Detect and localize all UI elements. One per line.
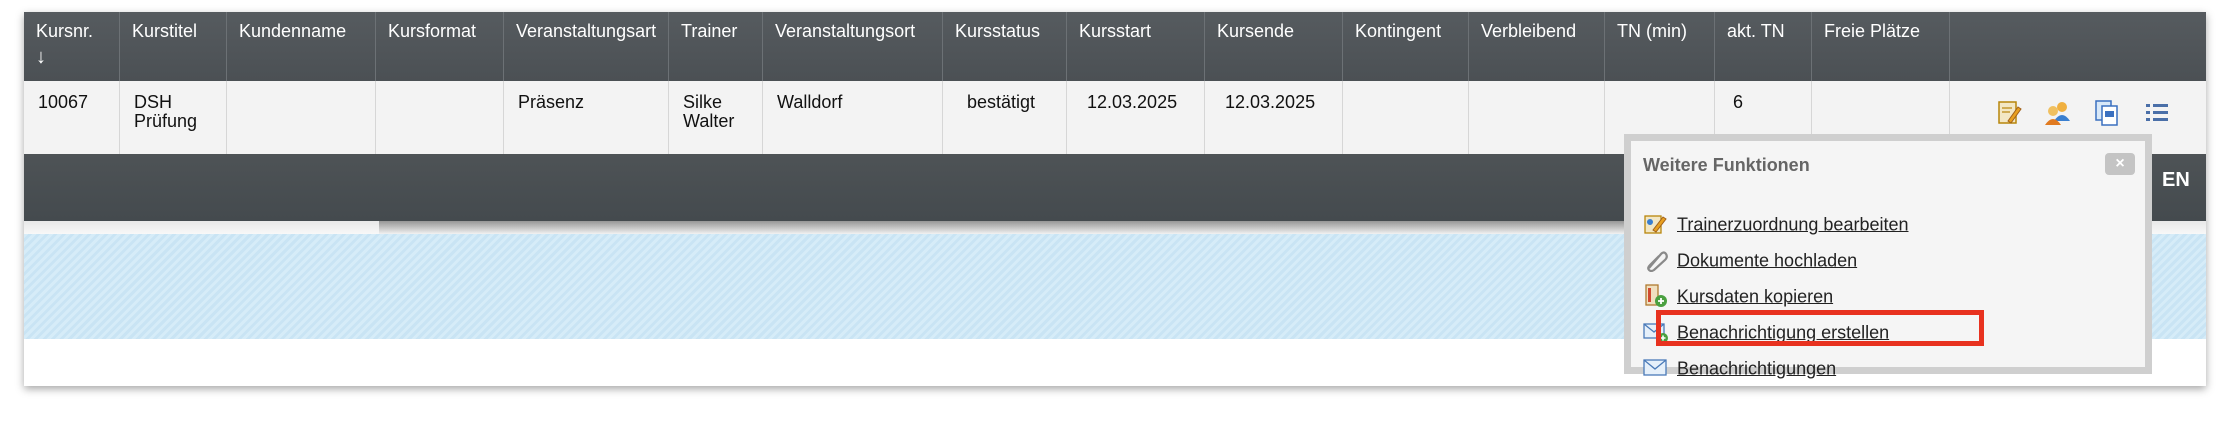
menu-item-label: Dokumente hochladen (1677, 250, 1858, 271)
mail-icon (1643, 356, 1669, 380)
menu-item-label: Trainerzuordnung bearbeiten (1677, 214, 1909, 235)
header-veranstaltungsart[interactable]: Veranstaltungsart (504, 12, 669, 81)
menu-item-benachrichtigungen[interactable]: Benachrichtigungen (1643, 353, 1836, 381)
cell-veranstaltungsort: Walldorf (763, 81, 943, 154)
sort-arrow-icon: ↓ (36, 46, 46, 68)
header-trainer[interactable]: Trainer (669, 12, 763, 81)
copy-icon[interactable] (2094, 99, 2120, 127)
cell-kursnr: 10067 (24, 81, 120, 154)
section-shadow (379, 221, 1679, 235)
cell-kursstatus: bestätigt (943, 81, 1067, 154)
cell-kontingent (1343, 81, 1469, 154)
header-kursnr[interactable]: Kursnr. ↓ (24, 12, 120, 81)
menu-item-dokumente[interactable]: Dokumente hochladen (1643, 245, 1857, 273)
cell-verbleibend (1469, 81, 1605, 154)
highlight-box (1656, 310, 1984, 346)
copy-data-icon (1643, 284, 1669, 308)
cell-kundenname (227, 81, 376, 154)
cell-kursende: 12.03.2025 (1205, 81, 1343, 154)
cell-trainer-line2: Walter (683, 111, 735, 131)
header-actions (1950, 12, 2206, 81)
close-icon[interactable]: × (2105, 153, 2135, 175)
cell-kursstart: 12.03.2025 (1067, 81, 1205, 154)
cell-trainer-line1: Silke (683, 92, 723, 112)
header-kursformat[interactable]: Kursformat (376, 12, 504, 81)
header-freie-plaetze[interactable]: Freie Plätze (1812, 12, 1950, 81)
header-akt-tn[interactable]: akt. TN (1715, 12, 1812, 81)
cell-veranstaltungsart: Präsenz (504, 81, 669, 154)
header-kundenname[interactable]: Kundenname (227, 12, 376, 81)
trainer-edit-icon (1643, 212, 1669, 236)
menu-item-trainerzuordnung[interactable]: Trainerzuordnung bearbeiten (1643, 209, 1909, 237)
paperclip-icon (1643, 248, 1669, 273)
header-veranstaltungsort[interactable]: Veranstaltungsort (763, 12, 943, 81)
header-kursnr-label: Kursnr. (36, 21, 94, 41)
cell-kursformat (376, 81, 504, 154)
cell-kurstitel-line1: DSH (134, 92, 173, 112)
header-kontingent[interactable]: Kontingent (1343, 12, 1469, 81)
section-bar-label: EN (2162, 169, 2190, 191)
header-kursstart[interactable]: Kursstart (1067, 12, 1205, 81)
edit-icon[interactable] (1996, 99, 2022, 127)
header-tn-min[interactable]: TN (min) (1605, 12, 1715, 81)
cell-kurstitel-line2: Prüfung (134, 111, 198, 131)
menu-item-label: Benachrichtigungen (1677, 358, 1837, 379)
list-icon[interactable] (2144, 99, 2170, 127)
header-kurstitel[interactable]: Kurstitel (120, 12, 227, 81)
table-header-row: Kursnr. ↓ Kurstitel Kundenname Kursforma… (24, 12, 2206, 81)
popup-title: Weitere Funktionen (1643, 155, 1810, 175)
menu-item-kursdaten-kopieren[interactable]: Kursdaten kopieren (1643, 281, 1833, 309)
users-icon[interactable] (2044, 99, 2070, 127)
header-verbleibend[interactable]: Verbleibend (1469, 12, 1605, 81)
menu-item-label: Kursdaten kopieren (1677, 286, 1834, 307)
cell-trainer: Silke Walter (669, 81, 763, 154)
header-kursende[interactable]: Kursende (1205, 12, 1343, 81)
header-kursstatus[interactable]: Kursstatus (943, 12, 1067, 81)
cell-kurstitel: DSH Prüfung (120, 81, 227, 154)
